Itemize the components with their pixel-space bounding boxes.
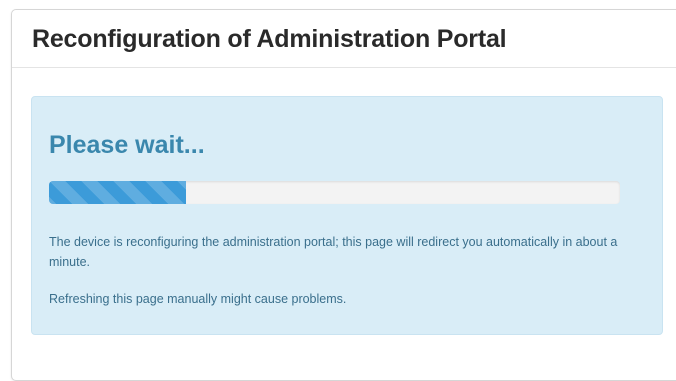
page-title: Reconfiguration of Administration Portal [32, 25, 507, 53]
progress-track [49, 181, 620, 204]
reconfiguring-message: The device is reconfiguring the administ… [49, 235, 618, 269]
please-wait-heading: Please wait... [49, 131, 205, 159]
refresh-warning: Refreshing this page manually might caus… [49, 292, 347, 306]
info-alert: Please wait... The device is reconfiguri… [31, 96, 663, 335]
progress-bar-fill [49, 181, 187, 204]
panel-header: Reconfiguration of Administration Portal [12, 10, 676, 68]
